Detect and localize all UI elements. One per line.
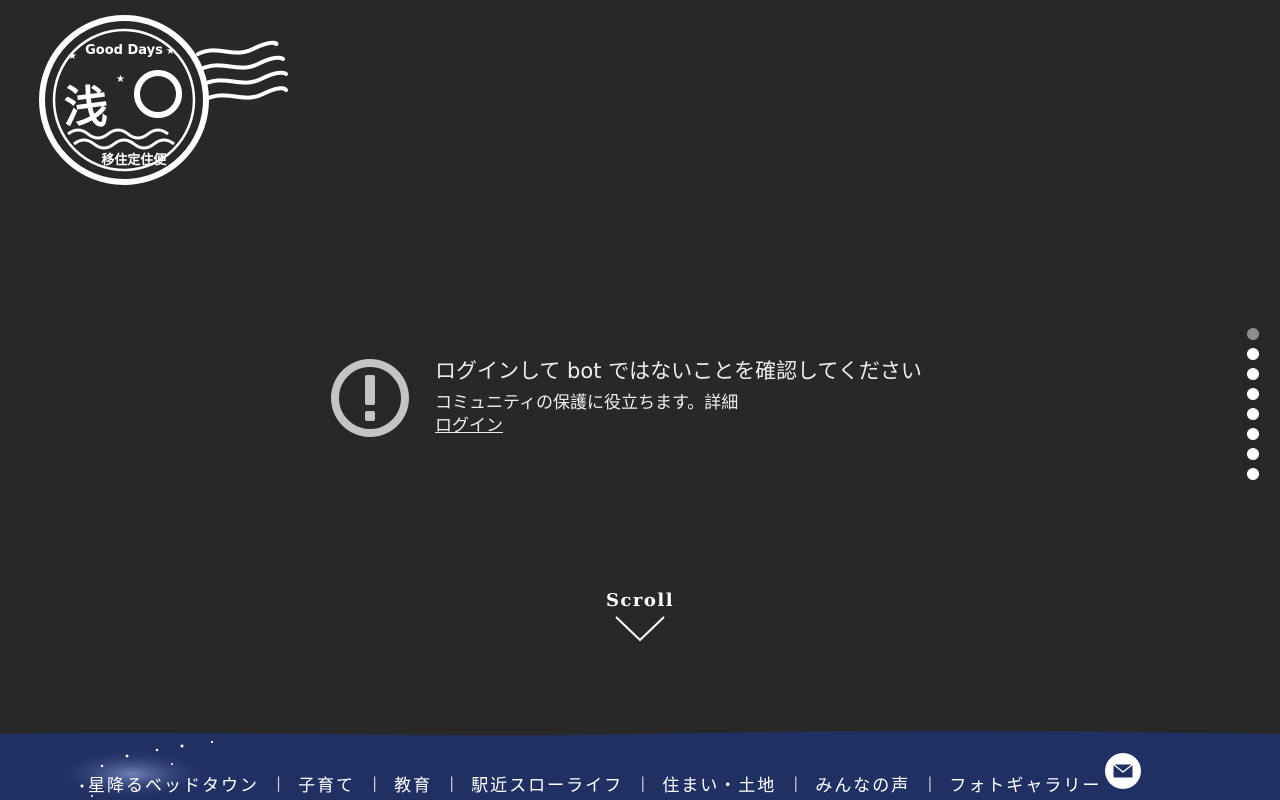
notice-title: ログインして bot ではないことを確認してください <box>435 359 922 383</box>
postmark-lines-icon <box>196 40 288 101</box>
nav-separator: | <box>449 774 455 792</box>
section-dot-5[interactable] <box>1247 408 1259 420</box>
nav-item-photo-gallery[interactable]: フォトギャラリー <box>949 771 1101 796</box>
nav-separator: | <box>640 774 646 792</box>
logo-main-char: 浅 <box>64 82 108 133</box>
logo-stamp[interactable]: Good Days ★ ★ ★ 浅 移住定住便 <box>38 14 288 192</box>
detail-link[interactable]: 詳細 <box>704 393 738 413</box>
notice-subtitle: コミュニティの保護に役立ちます。詳細 <box>435 392 922 414</box>
nav-item-slow-life[interactable]: 駅近スローライフ <box>471 771 623 796</box>
nav-item-education[interactable]: 教育 <box>394 771 432 796</box>
star-icon: ★ <box>166 46 175 57</box>
mail-button[interactable] <box>1105 753 1141 789</box>
bottom-nav-items: 星降るベッドタウン | 子育て | 教育 | 駅近スローライフ | 住まい・土地… <box>88 768 1101 798</box>
nav-item-voices[interactable]: みんなの声 <box>815 771 910 796</box>
nav-separator: | <box>793 774 799 792</box>
chevron-down-icon <box>615 616 665 642</box>
logo-bottom-text: 移住定住便 <box>101 152 167 168</box>
notice-text-group: ログインして bot ではないことを確認してください コミュニティの保護に役立ち… <box>435 358 922 438</box>
section-dots <box>1247 328 1259 488</box>
exclamation-circle-icon <box>331 359 409 437</box>
section-dot-8[interactable] <box>1247 468 1259 480</box>
section-dot-4[interactable] <box>1247 388 1259 400</box>
wave-icon <box>73 138 175 150</box>
section-dot-1[interactable] <box>1247 328 1259 340</box>
nav-separator: | <box>372 774 378 792</box>
page: Good Days ★ ★ ★ 浅 移住定住便 ログインして bot ではないこ… <box>0 0 1280 800</box>
login-link[interactable]: ログイン <box>435 415 503 437</box>
section-dot-7[interactable] <box>1247 448 1259 460</box>
logo-circle-mark <box>134 70 182 118</box>
nav-separator: | <box>927 774 933 792</box>
section-dot-3[interactable] <box>1247 368 1259 380</box>
bot-check-notice: ログインして bot ではないことを確認してください コミュニティの保護に役立ち… <box>330 358 922 438</box>
star-icon: ★ <box>116 74 125 85</box>
nav-separator: | <box>276 774 282 792</box>
logo-top-text: Good Days <box>85 43 163 58</box>
section-dot-2[interactable] <box>1247 348 1259 360</box>
envelope-icon <box>1113 764 1133 778</box>
star-icon: ★ <box>68 51 77 62</box>
bottom-nav: 星降るベッドタウン | 子育て | 教育 | 駅近スローライフ | 住まい・土地… <box>0 728 1280 800</box>
nav-item-housing[interactable]: 住まい・土地 <box>662 771 776 796</box>
notice-subtitle-text: コミュニティの保護に役立ちます。 <box>435 393 705 413</box>
nav-item-childcare[interactable]: 子育て <box>298 771 355 796</box>
scroll-indicator[interactable]: Scroll <box>590 590 690 643</box>
section-dot-6[interactable] <box>1247 428 1259 440</box>
scroll-label: Scroll <box>605 590 675 611</box>
nav-item-bedtown[interactable]: 星降るベッドタウン <box>88 771 259 796</box>
wave-icon <box>67 128 169 140</box>
